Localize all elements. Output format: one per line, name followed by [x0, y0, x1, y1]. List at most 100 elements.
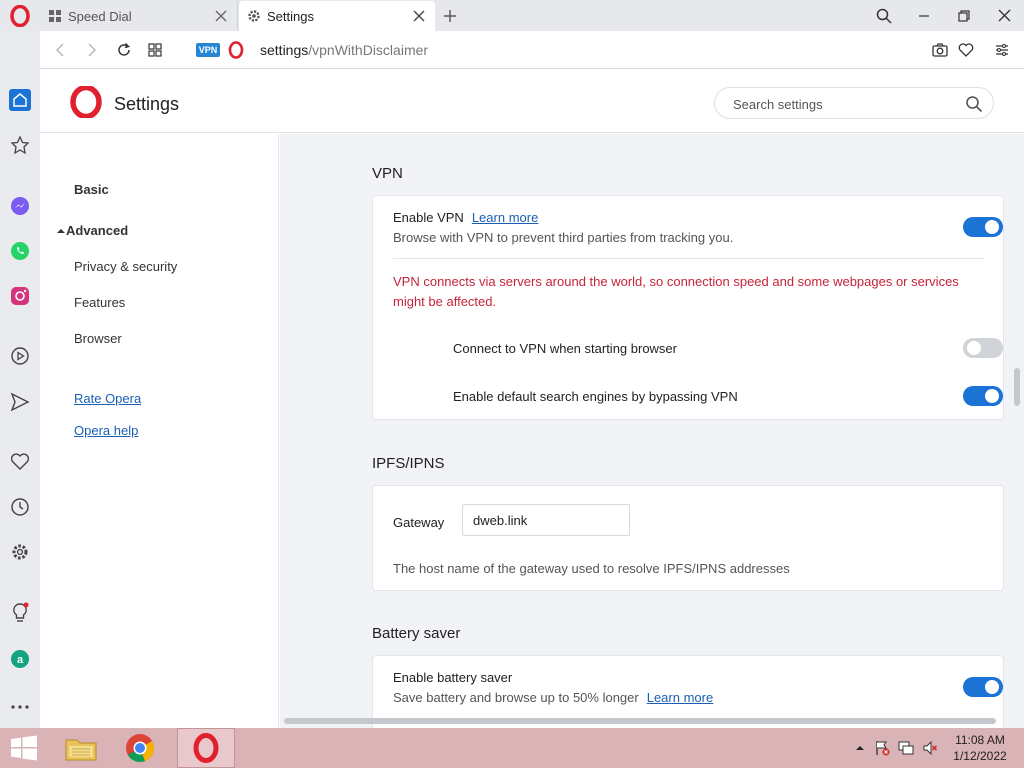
nav-basic[interactable]: Basic	[74, 182, 109, 197]
file-explorer-button[interactable]	[56, 728, 106, 768]
nav-privacy-security[interactable]: Privacy & security	[74, 259, 177, 274]
chevron-left-icon	[55, 43, 64, 57]
bypass-vpn-toggle[interactable]	[963, 386, 1003, 406]
camera-icon	[932, 43, 948, 57]
sidebar-item-pinboard[interactable]	[8, 133, 32, 157]
tab-settings[interactable]: Settings	[239, 1, 435, 31]
back-button[interactable]	[50, 40, 70, 60]
minimize-button[interactable]	[904, 0, 944, 31]
flag-icon	[876, 741, 890, 756]
clock-date: 1/12/2022	[953, 749, 1007, 763]
page-title: Settings	[114, 94, 180, 114]
nav-advanced-label: Advanced	[66, 223, 129, 238]
chrome-icon	[126, 734, 154, 763]
easy-setup-button[interactable]	[992, 40, 1012, 60]
tab-snapshot-button[interactable]	[145, 40, 165, 60]
connect-on-start-toggle[interactable]	[963, 338, 1003, 358]
vertical-scrollbar[interactable]	[1014, 368, 1020, 406]
network-button[interactable]	[898, 740, 914, 756]
battery-saver-description-row: Save battery and browse up to 50% longer…	[393, 690, 713, 705]
sidebar-more-button[interactable]	[8, 695, 32, 719]
send-icon	[10, 392, 30, 412]
sidebar-item-player[interactable]	[8, 344, 32, 368]
search-icon	[876, 8, 892, 24]
divider	[393, 258, 985, 259]
horizontal-scrollbar[interactable]	[284, 718, 996, 724]
toggle-knob	[985, 680, 999, 694]
play-circle-icon	[11, 347, 29, 365]
forward-button[interactable]	[82, 40, 102, 60]
windows-logo-icon	[11, 735, 37, 761]
gear-icon	[247, 9, 261, 23]
volume-button[interactable]	[922, 740, 938, 756]
sidebar-item-aria[interactable]: a	[8, 647, 32, 671]
restore-button[interactable]	[944, 0, 984, 31]
sidebar-item-messenger[interactable]	[8, 194, 32, 218]
battery-learn-more-link[interactable]: Learn more	[647, 690, 713, 705]
reload-icon	[118, 42, 130, 56]
url-field[interactable]: settings/vpnWithDisclaimer	[260, 42, 428, 58]
vpn-learn-more-link[interactable]: Learn more	[472, 210, 538, 225]
grid-icon	[148, 43, 162, 57]
sidebar-item-bookmarks[interactable]	[8, 450, 32, 474]
grid-icon	[48, 9, 62, 23]
ipfs-card: Gateway The host name of the gateway use…	[372, 485, 1004, 591]
system-clock[interactable]: 11:08 AM 1/12/2022	[944, 732, 1016, 764]
new-tab-button[interactable]	[440, 6, 460, 26]
close-window-button[interactable]	[984, 0, 1024, 31]
url-host: settings	[260, 42, 309, 58]
aria-icon: a	[11, 650, 29, 668]
rate-opera-link[interactable]: Rate Opera	[74, 391, 141, 406]
close-icon[interactable]	[411, 8, 427, 24]
nav-features[interactable]: Features	[74, 295, 125, 310]
toggle-knob	[967, 341, 981, 355]
svg-text:a: a	[17, 654, 24, 666]
reload-button[interactable]	[114, 40, 134, 60]
start-button[interactable]	[0, 728, 48, 768]
network-icon	[898, 741, 914, 755]
folder-icon	[65, 739, 97, 761]
battery-section-title: Battery saver	[372, 625, 461, 642]
opera-sidebar: a	[0, 31, 40, 728]
chrome-button[interactable]	[115, 728, 165, 768]
sidebar-item-instagram[interactable]	[8, 284, 32, 308]
search-settings	[714, 87, 994, 119]
sidebar-item-tips[interactable]	[8, 601, 32, 625]
tab-speed-dial[interactable]: Speed Dial	[40, 1, 238, 31]
opera-help-link[interactable]: Opera help	[74, 423, 138, 438]
search-tabs-button[interactable]	[864, 0, 904, 31]
search-input[interactable]	[733, 94, 953, 114]
opera-menu-button[interactable]	[0, 0, 40, 31]
settings-nav: Basic Advanced Privacy & security Featur…	[40, 134, 279, 728]
show-hidden-icons-button[interactable]	[852, 740, 868, 756]
minimize-icon	[919, 14, 929, 17]
action-center-button[interactable]	[874, 740, 890, 756]
sidebar-item-whatsapp[interactable]	[8, 239, 32, 263]
bookmark-button[interactable]	[956, 40, 976, 60]
vpn-badge[interactable]: VPN	[196, 43, 220, 57]
snapshot-button[interactable]	[930, 40, 950, 60]
opera-logo-icon	[10, 4, 30, 27]
sidebar-item-home[interactable]	[8, 88, 32, 112]
nav-advanced[interactable]: Advanced	[56, 223, 128, 238]
battery-saver-label: Enable battery saver	[393, 670, 513, 685]
settings-header: Settings	[40, 70, 1024, 133]
instagram-icon	[11, 287, 29, 305]
nav-browser[interactable]: Browser	[74, 331, 122, 346]
sidebar-item-flow[interactable]	[8, 390, 32, 414]
tab-label: Speed Dial	[68, 8, 132, 24]
vpn-warning-text: VPN connects via servers around the worl…	[393, 274, 959, 309]
enable-vpn-toggle[interactable]	[963, 217, 1003, 237]
close-icon[interactable]	[213, 8, 229, 24]
sidebar-item-settings[interactable]	[8, 540, 32, 564]
sidebar-item-history[interactable]	[8, 495, 32, 519]
opera-taskbar-button[interactable]	[177, 728, 235, 768]
search-icon[interactable]	[965, 95, 983, 113]
settings-content: VPN Enable VPN Learn more Browse with VPN…	[280, 134, 1024, 728]
gateway-input[interactable]	[462, 504, 630, 536]
clock-icon	[11, 498, 29, 516]
chevron-right-icon	[88, 43, 97, 57]
heart-icon	[10, 453, 30, 470]
opera-logo-icon	[70, 86, 102, 118]
battery-saver-toggle[interactable]	[963, 677, 1003, 697]
